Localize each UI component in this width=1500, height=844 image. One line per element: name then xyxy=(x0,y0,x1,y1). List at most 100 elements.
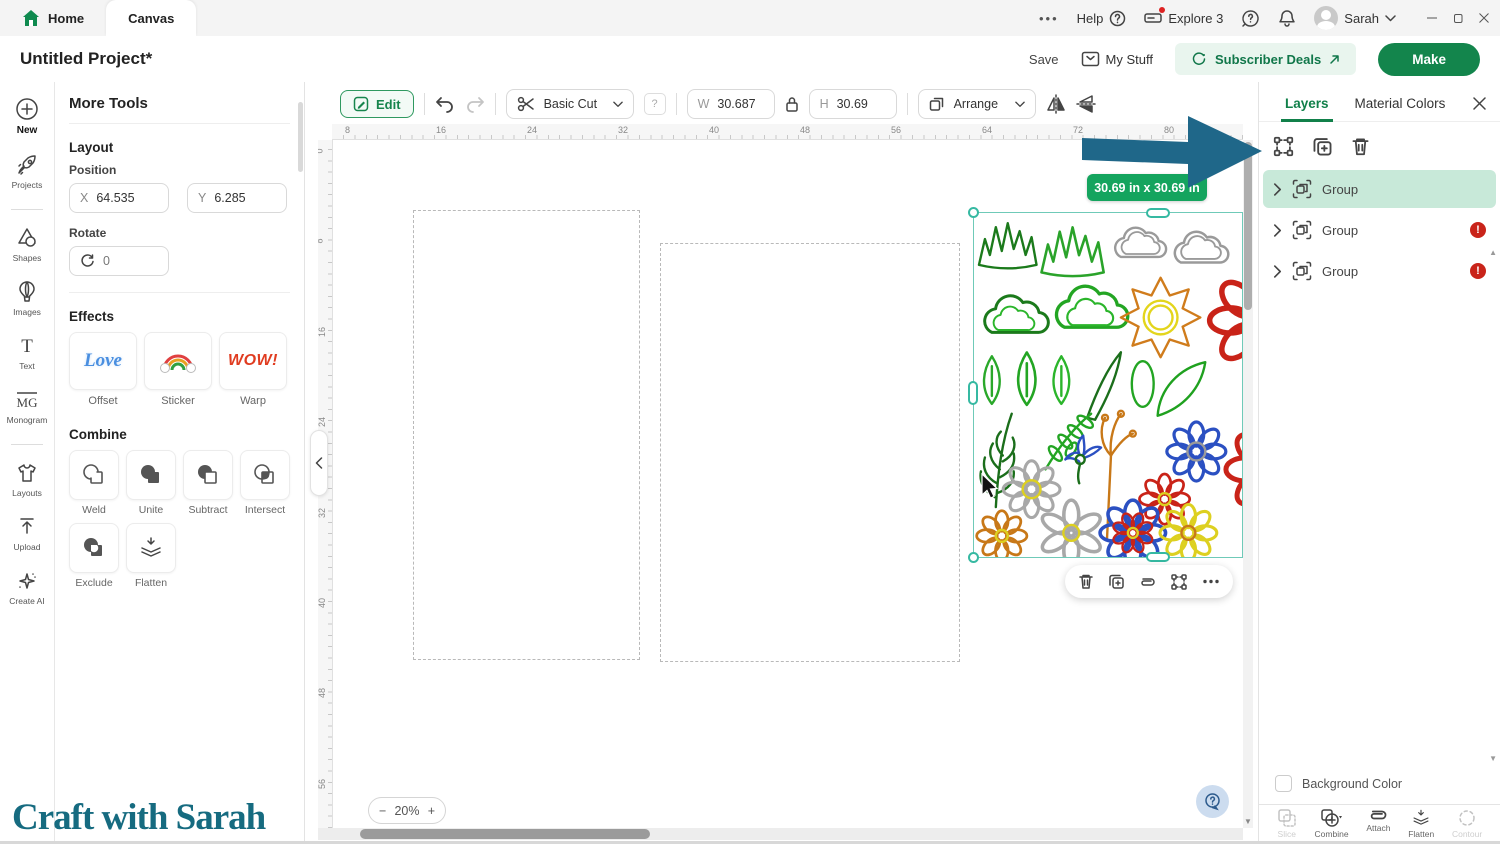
attach-button[interactable] xyxy=(1138,576,1157,588)
zoom-out-button[interactable]: − xyxy=(379,804,386,818)
layer-row-group-3[interactable]: Group ! xyxy=(1263,252,1496,290)
combine-exclude-button[interactable]: Exclude xyxy=(69,523,119,589)
linetype-help-button[interactable]: ? xyxy=(644,93,666,115)
canvas-vertical-scrollbar[interactable]: ▼ xyxy=(1243,140,1253,828)
combine-flatten-button[interactable]: Flatten xyxy=(126,523,176,589)
duplicate-layer-button[interactable] xyxy=(1312,136,1333,157)
flip-vertical-button[interactable] xyxy=(1076,94,1096,114)
position-x-input[interactable]: X 64.535 xyxy=(69,183,169,213)
help-menu[interactable]: Help xyxy=(1077,10,1127,27)
explore-label: Explore 3 xyxy=(1168,11,1223,26)
effect-offset-button[interactable]: Love Offset xyxy=(69,332,137,407)
flatten-button-panel[interactable]: Flatten xyxy=(1408,808,1434,839)
linetype-select[interactable]: Basic Cut xyxy=(506,89,634,119)
sidebar-item-shapes[interactable]: Shapes xyxy=(0,226,54,263)
sidebar-item-images[interactable]: Images xyxy=(0,280,54,317)
width-input[interactable]: W 30.687 xyxy=(687,89,775,119)
position-y-input[interactable]: Y 6.285 xyxy=(187,183,287,213)
help-bubble-button[interactable] xyxy=(1196,785,1229,818)
panel-scroll-down-arrow[interactable]: ▼ xyxy=(1489,754,1497,763)
edit-pen-icon xyxy=(353,96,369,112)
slice-icon xyxy=(1277,808,1297,828)
window-maximize-button[interactable] xyxy=(1452,12,1464,24)
panel-collapse-handle[interactable] xyxy=(310,430,328,496)
plus-circle-icon xyxy=(14,96,40,122)
sidebar-item-projects[interactable]: Projects xyxy=(0,153,54,190)
overflow-menu-button[interactable]: ••• xyxy=(1039,11,1059,26)
sidebar-item-monogram[interactable]: MG Monogram xyxy=(0,388,54,425)
sparkle-icon xyxy=(15,569,39,593)
selection-handle-bottom-left[interactable] xyxy=(968,552,979,563)
scroll-down-arrow[interactable]: ▼ xyxy=(1244,817,1252,826)
combine-intersect-button[interactable]: Intersect xyxy=(240,450,290,516)
selection-handle-left-mid[interactable] xyxy=(968,381,978,405)
close-panel-button[interactable] xyxy=(1473,97,1486,110)
tools-scrollbar[interactable] xyxy=(298,102,303,172)
ungroup-layers-button[interactable] xyxy=(1273,136,1294,157)
panel-scroll-up-arrow[interactable]: ▲ xyxy=(1489,248,1497,257)
garden-shapes-group[interactable] xyxy=(974,213,1242,557)
expand-chevron-icon[interactable] xyxy=(1273,183,1282,196)
sidebar-item-upload[interactable]: Upload xyxy=(0,515,54,552)
redo-button[interactable] xyxy=(465,95,485,113)
subtract-icon xyxy=(195,462,221,488)
layer-warning-badge: ! xyxy=(1470,263,1486,279)
effect-sticker-button[interactable]: Sticker xyxy=(144,332,212,407)
sidebar-item-new[interactable]: New xyxy=(0,96,54,136)
combine-unite-button[interactable]: Unite xyxy=(126,450,176,516)
selection-handle-top-mid[interactable] xyxy=(1146,208,1170,218)
selection-handle-top-left[interactable] xyxy=(968,207,979,218)
layer-row-group-2[interactable]: Group ! xyxy=(1263,211,1496,249)
rotate-input[interactable]: 0 xyxy=(69,246,169,276)
tab-layers[interactable]: Layers xyxy=(1285,96,1329,111)
subscriber-deals-button[interactable]: Subscriber Deals xyxy=(1175,43,1356,75)
more-options-button[interactable] xyxy=(1202,579,1220,584)
selection-bounding-box[interactable] xyxy=(973,212,1243,558)
edit-button[interactable]: Edit xyxy=(340,90,414,118)
delete-layer-button[interactable] xyxy=(1351,136,1370,157)
zoom-in-button[interactable]: + xyxy=(428,804,435,818)
explore-menu[interactable]: Explore 3 xyxy=(1144,10,1223,26)
feedback-icon[interactable] xyxy=(1241,9,1260,28)
lock-aspect-icon[interactable] xyxy=(785,96,799,113)
make-button[interactable]: Make xyxy=(1378,43,1480,76)
height-input[interactable]: H 30.69 xyxy=(809,89,897,119)
selection-handle-bottom-mid[interactable] xyxy=(1146,552,1170,562)
sidebar-item-layouts[interactable]: Layouts xyxy=(0,461,54,498)
duplicate-button[interactable] xyxy=(1108,573,1125,590)
tab-canvas[interactable]: Canvas xyxy=(106,0,196,36)
mat-page-2[interactable] xyxy=(660,243,960,662)
flip-horizontal-button[interactable] xyxy=(1046,94,1066,114)
background-color-checkbox[interactable] xyxy=(1275,775,1292,792)
position-label: Position xyxy=(69,163,290,177)
expand-chevron-icon[interactable] xyxy=(1273,224,1282,237)
sticker-rainbow-icon xyxy=(158,346,198,376)
tab-material-colors[interactable]: Material Colors xyxy=(1355,96,1446,111)
combine-weld-button[interactable]: Weld xyxy=(69,450,119,516)
expand-chevron-icon[interactable] xyxy=(1273,265,1282,278)
ungroup-button[interactable] xyxy=(1170,573,1188,591)
undo-button[interactable] xyxy=(435,95,455,113)
delete-button[interactable] xyxy=(1078,573,1094,590)
user-menu[interactable]: Sarah xyxy=(1314,6,1396,30)
save-button[interactable]: Save xyxy=(1029,52,1059,67)
balloon-icon xyxy=(15,280,39,304)
tab-home[interactable]: Home xyxy=(0,0,106,36)
combine-button[interactable]: Combine xyxy=(1315,808,1349,839)
sidebar-item-create-ai[interactable]: Create AI xyxy=(0,569,54,606)
height-value: 30.69 xyxy=(837,97,868,111)
attach-button-panel[interactable]: Attach xyxy=(1366,808,1390,833)
notifications-bell-icon[interactable] xyxy=(1278,9,1296,28)
canvas-horizontal-scrollbar[interactable] xyxy=(318,828,1243,840)
combine-subtract-button[interactable]: Subtract xyxy=(183,450,233,516)
position-x-value: 64.535 xyxy=(96,191,134,205)
my-stuff-button[interactable]: My Stuff xyxy=(1081,51,1153,67)
window-minimize-button[interactable] xyxy=(1426,12,1438,24)
arrange-select[interactable]: Arrange xyxy=(918,89,1036,119)
mat-page-1[interactable] xyxy=(413,210,640,660)
effect-warp-button[interactable]: WOW! Warp xyxy=(219,332,287,407)
layer-row-group-1[interactable]: Group ! xyxy=(1263,170,1496,208)
rotate-icon xyxy=(80,254,95,269)
sidebar-item-text[interactable]: T Text xyxy=(0,334,54,371)
window-close-button[interactable] xyxy=(1478,12,1490,24)
